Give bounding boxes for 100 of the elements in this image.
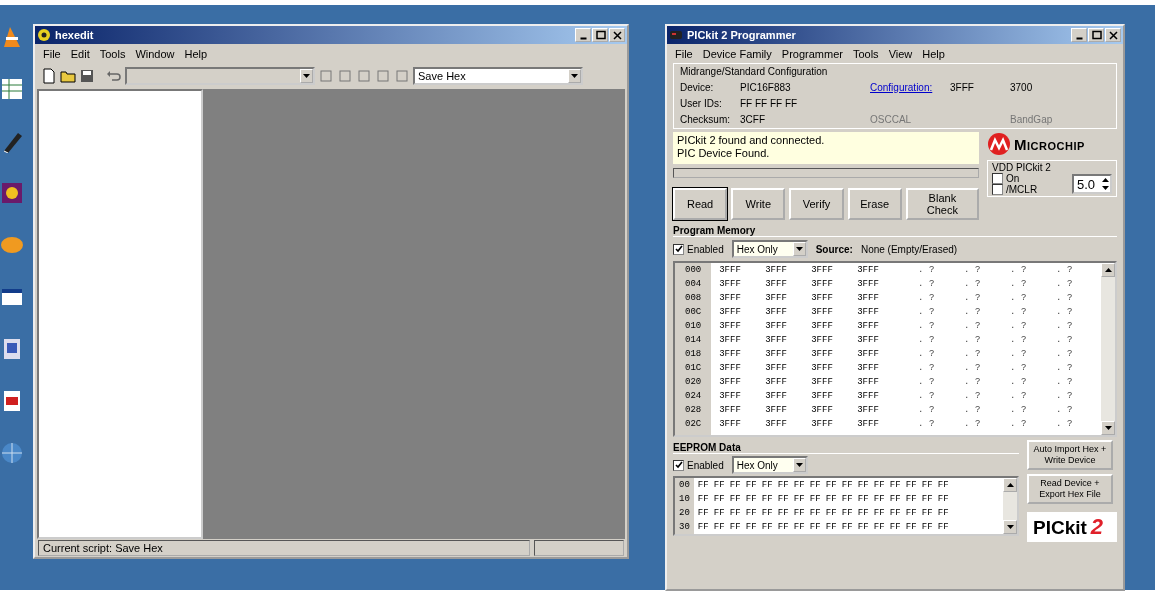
hex-cell-text: 3FFF (765, 391, 788, 401)
hex-cell-text: FF (889, 522, 902, 532)
hex-cell-text: FF (937, 480, 950, 490)
action-button[interactable]: Auto Import Hex + Write Device (1027, 440, 1113, 470)
ascii-cell-text: . ? (1009, 265, 1028, 275)
checksum-value: 3CFF (740, 114, 766, 125)
close-icon (611, 29, 623, 41)
hex-cell-text: FF (841, 508, 854, 518)
address-cell-text: 00C (685, 306, 702, 319)
ascii-cell-text: . ? (917, 321, 936, 331)
hex-cell-text: 3FFF (811, 335, 834, 345)
hex-cell-text: FF (745, 522, 758, 532)
new-file-icon[interactable] (41, 68, 57, 84)
hex-cell-text: FF (809, 480, 822, 490)
spin-arrows-icon[interactable] (1101, 176, 1110, 192)
maximize-button[interactable] (1088, 28, 1104, 42)
checkbox[interactable] (992, 173, 1003, 184)
action-button[interactable]: Read (673, 188, 728, 220)
ascii-cell-text: . ? (963, 321, 982, 331)
hex-cell-text: FF (777, 480, 790, 490)
ascii-cell-text: . ? (1009, 405, 1028, 415)
close-button[interactable] (1105, 28, 1121, 42)
spreadsheet-icon[interactable] (0, 77, 24, 101)
hex-cell-text: 3FFF (857, 349, 880, 359)
menu-item[interactable]: Help (918, 47, 949, 60)
checkbox-label: On (1006, 173, 1020, 184)
menu-item[interactable]: Tools (95, 47, 130, 60)
ascii-cell-text: . ? (917, 419, 936, 429)
maximize-icon (594, 29, 606, 41)
hex-cell-text: FF (857, 480, 870, 490)
hex-cell-text: 3FFF (765, 265, 788, 275)
address-cell-text: 30 (679, 521, 690, 534)
logo-icon (987, 132, 1011, 156)
menu-item[interactable]: Window (131, 47, 179, 60)
checkbox[interactable] (992, 184, 1003, 195)
address-cell-text: 014 (685, 334, 702, 347)
colorful-app-icon[interactable] (0, 181, 24, 205)
menu-item[interactable]: Tools (848, 47, 883, 60)
action-button[interactable]: Blank Check (905, 188, 979, 220)
save-icon[interactable] (79, 68, 95, 84)
checkbox[interactable] (673, 243, 684, 255)
section-heading: Midrange/Standard Configuration (680, 66, 829, 77)
hex-cell-text: 3FFF (811, 377, 834, 387)
checkbox[interactable] (673, 459, 684, 471)
action-button[interactable]: Read Device + Export Hex File (1027, 474, 1113, 504)
address-cell-text: 01C (685, 362, 702, 375)
ascii-cell-text: . ? (1055, 293, 1074, 303)
address-cell-text: 00 (679, 479, 690, 492)
hex-cell-text: FF (729, 494, 742, 504)
view-combo[interactable]: Hex Only (731, 456, 808, 474)
action-button[interactable]: Write (731, 188, 786, 220)
hex-cell-text: FF (857, 522, 870, 532)
section-heading: Program Memory (673, 225, 1117, 237)
menu-item[interactable]: Programmer (777, 47, 847, 60)
hex-cell-text: FF (713, 508, 726, 518)
close-button[interactable] (609, 28, 625, 42)
hex-cell-text: FF (761, 522, 774, 532)
minimize-button[interactable] (575, 28, 591, 42)
minimize-button[interactable] (1071, 28, 1087, 42)
hex-cell-text: 3FFF (765, 405, 788, 415)
scroll-bar[interactable] (1003, 478, 1017, 534)
hex-cell-text: FF (873, 508, 886, 518)
ascii-cell-text: . ? (963, 405, 982, 415)
menu-item[interactable]: Help (180, 47, 212, 60)
menu-item[interactable]: Device Family (698, 47, 776, 60)
hex-cell-text: 3FFF (857, 363, 880, 373)
hex-cell-text: FF (777, 522, 790, 532)
script-combo[interactable]: Save Hex (413, 67, 583, 85)
ascii-cell-text: . ? (963, 391, 982, 401)
hex-cell-text: FF (697, 480, 710, 490)
hex-cell-text: FF (841, 522, 854, 532)
hex-cell-text: 3FFF (857, 265, 880, 275)
menu-item[interactable]: View (884, 47, 917, 60)
maximize-button[interactable] (592, 28, 608, 42)
address-cell-text: 010 (685, 320, 702, 333)
ascii-cell-text: . ? (1055, 265, 1074, 275)
menu-item[interactable]: File (39, 47, 65, 60)
configuration-link[interactable]: Configuration: (870, 82, 950, 93)
open-folder-icon[interactable] (60, 68, 76, 84)
ascii-cell-text: . ? (1055, 307, 1074, 317)
action-button[interactable]: Erase (847, 188, 902, 220)
menu-item[interactable]: Edit (66, 47, 94, 60)
address-cell-text: 10 (679, 493, 690, 506)
ascii-cell-text: . ? (1009, 321, 1028, 331)
voltage-spinner[interactable]: 5.0 (1072, 174, 1112, 194)
group-title: VDD PICkit 2 (992, 162, 1052, 173)
address-cell-text: 004 (685, 278, 702, 291)
hex-cell-text: 3FFF (811, 363, 834, 373)
view-combo[interactable]: Hex Only (731, 240, 808, 258)
field-label: Checksum: (680, 114, 731, 125)
hex-cell-text: FF (809, 494, 822, 504)
hex-cell-text: 3FFF (719, 265, 742, 275)
action-button[interactable]: Verify (789, 188, 844, 220)
hex-cell-text: 3FFF (857, 321, 880, 331)
hex-cell-text: FF (729, 480, 742, 490)
scroll-bar[interactable] (1101, 263, 1115, 435)
hex-cell-text: 3FFF (719, 279, 742, 289)
hex-cell-text: FF (825, 494, 838, 504)
hex-cell-text: FF (713, 522, 726, 532)
menu-item[interactable]: File (671, 47, 697, 60)
